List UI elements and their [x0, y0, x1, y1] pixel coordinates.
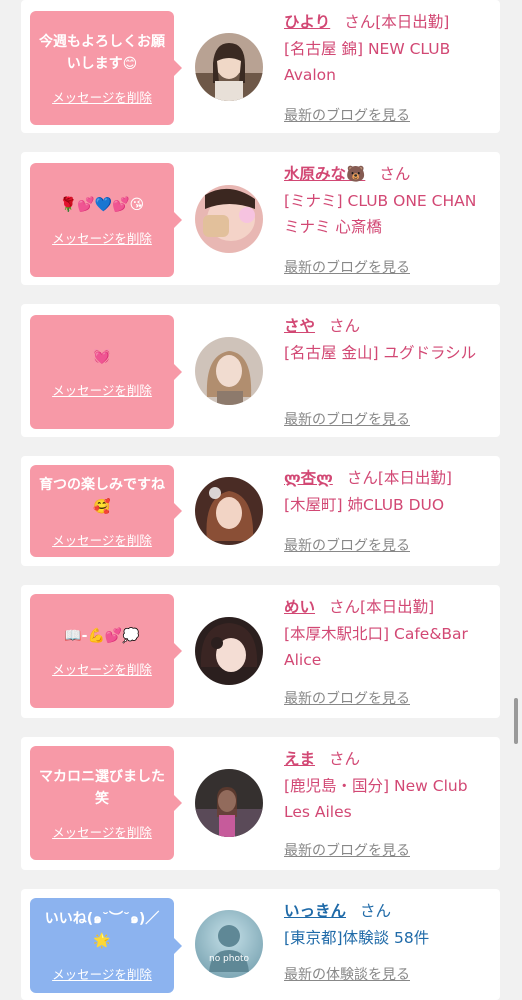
message-text: 💓 — [93, 348, 111, 365]
honorific: さん — [346, 469, 378, 487]
message-card: 🌹💕💙💕😘 メッセージを削除 水原みな🐻 さん [ミナミ] CLUB ONE CH… — [21, 152, 500, 285]
honorific: さん — [360, 902, 392, 920]
message-card: 💓 メッセージを削除 さや さん [名古屋 金山] ユグドラシル 最新のブログを見… — [21, 304, 500, 437]
cast-info: めい さん[本日出勤] [本厚木駅北口] Cafe&Bar Alice 最新のブロ… — [284, 596, 494, 710]
shop-name: [木屋町] 姉CLUB DUO — [284, 496, 445, 514]
latest-blog-link[interactable]: 最新のブログを見る — [284, 840, 410, 860]
cast-name-link[interactable]: いっきん — [284, 902, 346, 920]
delete-message-link[interactable]: メッセージを削除 — [52, 659, 152, 678]
message-card: マカロニ選びました笑 メッセージを削除 えま さん [鹿児島・国分] New Cl… — [21, 737, 500, 870]
message-card: 育つの楽しみですね🥰 メッセージを削除 ლ杏ლ さん[本日出勤] [木屋町] 姉C… — [21, 456, 500, 566]
cast-name-link[interactable]: ლ杏ლ — [284, 469, 333, 487]
delete-message-link[interactable]: メッセージを削除 — [52, 964, 152, 983]
honorific: さん — [379, 165, 411, 183]
message-text: 🌹💕💙💕😘 — [59, 196, 145, 213]
message-card: いいね(๑˘︶˘๑)／🌟 メッセージを削除 no photo いっきん さん [… — [21, 889, 500, 1000]
honorific: さん — [329, 317, 361, 335]
message-text: いいね(๑˘︶˘๑)／🌟 — [44, 911, 160, 949]
shop-name: [名古屋 錦] NEW CLUB Avalon — [284, 40, 451, 84]
message-bubble: 📖-💪💕💭 メッセージを削除 — [30, 594, 182, 708]
cast-info: 水原みな🐻 さん [ミナミ] CLUB ONE CHAN ミナミ 心斎橋 最新のブ… — [284, 163, 494, 277]
delete-message-link[interactable]: メッセージを削除 — [52, 530, 152, 549]
shop-name: [名古屋 金山] ユグドラシル — [284, 344, 477, 362]
status-badge: [本日出勤] — [360, 598, 435, 616]
no-photo-text: no photo — [208, 954, 250, 964]
delete-message-link[interactable]: メッセージを削除 — [52, 380, 152, 399]
avatar[interactable] — [195, 33, 263, 101]
message-bubble: 今週もよろしくお願いします😊 メッセージを削除 — [30, 11, 182, 125]
message-bubble: 🌹💕💙💕😘 メッセージを削除 — [30, 163, 182, 277]
avatar[interactable] — [195, 477, 263, 545]
delete-message-link[interactable]: メッセージを削除 — [52, 822, 152, 841]
cast-info: いっきん さん [東京都]体験談 58件 最新の体験談を見る — [284, 900, 494, 995]
shop-name: [本厚木駅北口] Cafe&Bar Alice — [284, 625, 468, 669]
honorific: さん — [329, 750, 361, 768]
message-text: 今週もよろしくお願いします😊 — [39, 33, 165, 72]
shop-name: [鹿児島・国分] New Club Les Ailes — [284, 777, 468, 821]
message-card: 📖-💪💕💭 メッセージを削除 めい さん[本日出勤] [本厚木駅北口] Cafe&… — [21, 585, 500, 718]
avatar[interactable] — [195, 185, 263, 253]
message-card: 今週もよろしくお願いします😊 メッセージを削除 ひより さん[本日出勤] [名古屋… — [21, 0, 500, 133]
avatar[interactable] — [195, 617, 263, 685]
message-bubble: いいね(๑˘︶˘๑)／🌟 メッセージを削除 — [30, 898, 182, 993]
status-badge: [本日出勤] — [375, 13, 450, 31]
honorific: さん — [344, 13, 376, 31]
latest-blog-link[interactable]: 最新のブログを見る — [284, 409, 410, 429]
message-bubble: 育つの楽しみですね🥰 メッセージを削除 — [30, 465, 182, 557]
cast-name-link[interactable]: さや — [284, 317, 315, 335]
cast-name-link[interactable]: えま — [284, 750, 315, 768]
latest-blog-link[interactable]: 最新のブログを見る — [284, 688, 410, 708]
latest-blog-link[interactable]: 最新のブログを見る — [284, 257, 410, 277]
cast-info: さや さん [名古屋 金山] ユグドラシル 最新のブログを見る — [284, 315, 494, 429]
status-badge: [本日出勤] — [377, 469, 452, 487]
cast-info: ლ杏ლ さん[本日出勤] [木屋町] 姉CLUB DUO 最新のブログを見る — [284, 467, 494, 559]
latest-experience-link[interactable]: 最新の体験談を見る — [284, 964, 410, 984]
shop-name: [東京都]体験談 58件 — [284, 929, 430, 947]
honorific: さん — [329, 598, 361, 616]
latest-blog-link[interactable]: 最新のブログを見る — [284, 105, 410, 125]
shop-name: [ミナミ] CLUB ONE CHAN ミナミ 心斎橋 — [284, 192, 477, 236]
avatar[interactable] — [195, 337, 263, 405]
avatar[interactable] — [195, 769, 263, 837]
delete-message-link[interactable]: メッセージを削除 — [52, 228, 152, 247]
cast-name-link[interactable]: めい — [284, 598, 315, 616]
scrollbar[interactable] — [514, 698, 518, 744]
delete-message-link[interactable]: メッセージを削除 — [52, 87, 152, 106]
avatar[interactable]: no photo — [195, 910, 263, 978]
message-text: マカロニ選びました笑 — [39, 768, 165, 807]
message-bubble: 💓 メッセージを削除 — [30, 315, 182, 429]
cast-info: えま さん [鹿児島・国分] New Club Les Ailes 最新のブログを… — [284, 748, 494, 862]
cast-name-link[interactable]: 水原みな🐻 — [284, 165, 365, 183]
cast-name-link[interactable]: ひより — [284, 13, 330, 31]
message-text: 育つの楽しみですね🥰 — [39, 476, 165, 515]
message-bubble: マカロニ選びました笑 メッセージを削除 — [30, 746, 182, 860]
latest-blog-link[interactable]: 最新のブログを見る — [284, 535, 410, 555]
cast-info: ひより さん[本日出勤] [名古屋 錦] NEW CLUB Avalon 最新のブ… — [284, 11, 494, 125]
message-text: 📖-💪💕💭 — [64, 627, 140, 644]
